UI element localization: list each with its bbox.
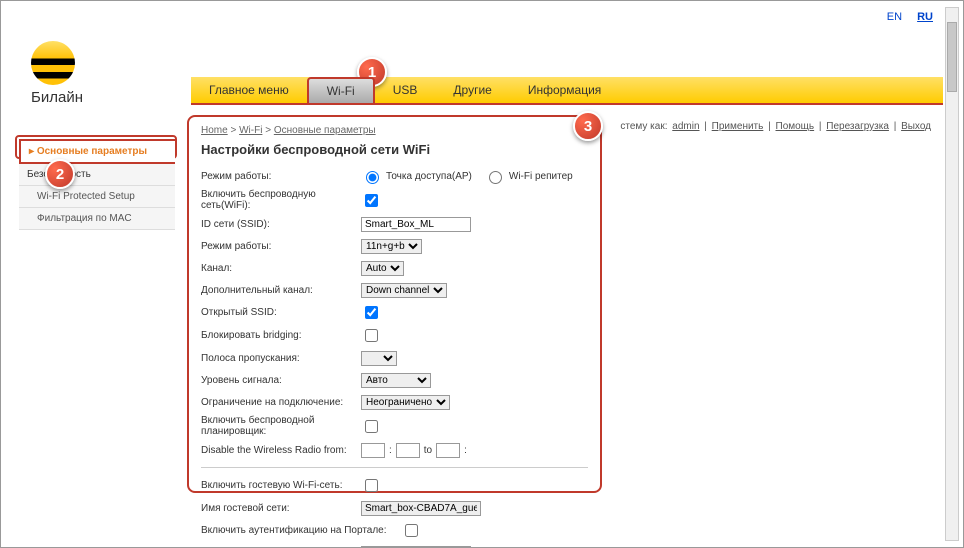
top-links: Вы стему как: admin | Применить | Помощь…	[579, 121, 933, 132]
from-hour[interactable]	[361, 443, 385, 458]
portal-auth-label: Включить аутентификацию на Портале:	[201, 525, 401, 536]
mode-ap-radio[interactable]	[366, 171, 379, 184]
main-nav: Главное меню Wi-Fi USB Другие Информация	[191, 77, 943, 105]
sidebar-mac[interactable]: Фильтрация по MAC	[19, 208, 175, 230]
logo-text: Билайн	[31, 89, 83, 106]
disablefrom-label: Disable the Wireless Radio from:	[201, 445, 361, 456]
sidebar-wps[interactable]: Wi-Fi Protected Setup	[19, 186, 175, 208]
breadcrumb: Home > Wi-Fi > Основные параметры	[201, 125, 588, 136]
openssid-checkbox[interactable]	[365, 306, 378, 319]
extchannel-label: Дополнительный канал:	[201, 285, 361, 296]
crumb-wifi[interactable]: Wi-Fi	[239, 125, 262, 136]
nav-other[interactable]: Другие	[435, 77, 509, 103]
channel-select[interactable]: Auto	[361, 261, 404, 276]
lang-ru[interactable]: RU	[917, 11, 933, 23]
crumb-basic: Основные параметры	[274, 125, 376, 136]
scrollbar[interactable]	[945, 7, 959, 541]
guest-name-label: Имя гостевой сети:	[201, 503, 361, 514]
guest-enable-checkbox[interactable]	[365, 479, 378, 492]
content-panel: Home > Wi-Fi > Основные параметры Настро…	[187, 115, 602, 493]
lang-en[interactable]: EN	[887, 11, 902, 23]
guest-name-input	[361, 501, 481, 516]
router-admin-page: EN RU Билайн Главное меню Wi-Fi USB Друг…	[0, 0, 964, 548]
logo: Билайн	[31, 41, 83, 106]
crumb-home[interactable]: Home	[201, 125, 228, 136]
link-reboot[interactable]: Перезагрузка	[826, 121, 889, 132]
to-text: to	[424, 445, 432, 456]
mode-repeater-radio[interactable]	[489, 171, 502, 184]
signal-label: Уровень сигнала:	[201, 375, 361, 386]
callout-3: 3	[573, 111, 603, 141]
nav-wifi[interactable]: Wi-Fi	[307, 77, 375, 103]
bridging-checkbox[interactable]	[365, 329, 378, 342]
workmode-select[interactable]: 11n+g+b	[361, 239, 422, 254]
nav-home[interactable]: Главное меню	[191, 77, 307, 103]
nav-info[interactable]: Информация	[510, 77, 619, 103]
sched-checkbox[interactable]	[365, 420, 378, 433]
from-min[interactable]	[396, 443, 420, 458]
limit-label: Ограничение на подключение:	[201, 397, 361, 408]
beeline-logo-icon	[31, 41, 75, 85]
ssid-label: ID сети (SSID):	[201, 219, 361, 230]
to-hour[interactable]	[436, 443, 460, 458]
signal-select[interactable]: Авто	[361, 373, 431, 388]
enable-wifi-checkbox[interactable]	[365, 194, 378, 207]
limit-select[interactable]: Неограничено	[361, 395, 450, 410]
mode-label: Режим работы:	[201, 171, 361, 182]
sidebar-security[interactable]: Безопасность	[19, 164, 175, 186]
wifi-sidebar: Основные параметры Безопасность Wi-Fi Pr…	[19, 139, 175, 230]
bridging-label: Блокировать bridging:	[201, 330, 361, 341]
bandwidth-label: Полоса пропускания:	[201, 353, 361, 364]
link-apply[interactable]: Применить	[712, 121, 764, 132]
channel-label: Канал:	[201, 263, 361, 274]
ssid-input[interactable]	[361, 217, 471, 232]
mode-ap-text: Точка доступа(AP)	[386, 171, 472, 182]
link-logout[interactable]: Выход	[901, 121, 931, 132]
guest-enable-label: Включить гостевую Wi-Fi-сеть:	[201, 480, 361, 491]
sched-label: Включить беспроводной планировщик:	[201, 415, 361, 437]
sidebar-basic[interactable]: Основные параметры	[19, 139, 175, 164]
divider	[201, 467, 588, 468]
link-admin[interactable]: admin	[672, 121, 699, 132]
link-help[interactable]: Помощь	[776, 121, 815, 132]
language-switch: EN RU	[875, 11, 933, 23]
page-title: Настройки беспроводной сети WiFi	[201, 142, 588, 157]
workmode-label: Режим работы:	[201, 241, 361, 252]
mode-repeater-text: Wi-Fi репитер	[509, 171, 573, 182]
enable-label: Включить беспроводную сеть(WiFi):	[201, 189, 361, 211]
toplinks-suffix: стему как:	[620, 121, 667, 132]
openssid-label: Открытый SSID:	[201, 307, 361, 318]
callout-2: 2	[45, 159, 75, 189]
scroll-thumb[interactable]	[947, 22, 957, 92]
bandwidth-select[interactable]	[361, 351, 397, 366]
extchannel-select[interactable]: Down channel	[361, 283, 447, 298]
portal-auth-checkbox[interactable]	[405, 524, 418, 537]
